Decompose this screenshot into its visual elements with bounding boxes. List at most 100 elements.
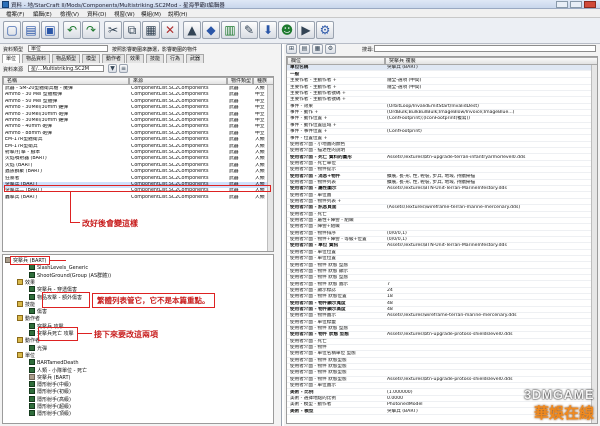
property-row[interactable]: 使用者介面 - 陣營+組織 xyxy=(287,224,597,231)
import-icon[interactable]: ⬇ xyxy=(259,21,277,39)
list-row[interactable]: EM-17R型衛兵 ComponentList.SC2Components 武器 人類 xyxy=(3,144,273,150)
menu-help[interactable]: 說明(H) xyxy=(168,10,187,18)
view-table-icon[interactable]: ▤ xyxy=(299,44,310,54)
column-header-value[interactable]: 突擊兵 複製 xyxy=(385,57,597,65)
menu-data[interactable]: 資料(D) xyxy=(87,10,107,18)
tab-unit[interactable]: 單位 xyxy=(2,54,21,63)
property-row[interactable]: 使用者介面 - 物件列表 擴展, 長-形, 性, 輕裝, 步兵, 地域, 持續掃描 xyxy=(287,180,597,187)
property-row[interactable]: 事件 - 動作位置區域 + xyxy=(287,123,597,129)
view-raw-data-icon[interactable]: ⊞ xyxy=(286,44,297,54)
property-row[interactable]: 使用者介面 - 屬性圖示 Assets\Textures\BTN-Unit-Ter… xyxy=(287,186,597,193)
tab-ability[interactable]: 技能 xyxy=(146,54,165,63)
view-settings-icon[interactable]: ⚙ xyxy=(325,44,336,54)
list-row[interactable]: Ammo - 30Mel/30mm 錐彈 ComponentList.SC2Com… xyxy=(3,105,273,111)
tab-model[interactable]: 模型 xyxy=(82,54,101,63)
property-row[interactable]: 使用者介面 - 物件 狀態 型態 xyxy=(287,263,597,269)
search-input[interactable] xyxy=(374,45,596,52)
data-type-select[interactable]: 單位 xyxy=(28,45,108,52)
tab-behavior[interactable]: 行為 xyxy=(166,54,185,63)
list-row[interactable]: 蟲族群聚 (BART) ComponentList.SC2Components 武器… xyxy=(3,169,273,175)
property-row[interactable]: 主要作者 - 主動作者 + 隨全-選項 (中間) xyxy=(287,85,597,91)
test-map-icon[interactable]: ⚙ xyxy=(316,21,334,39)
list-row[interactable]: Ammo - 30Mel/30mm 錐彈 ComponentList.SC2Com… xyxy=(3,118,273,124)
property-row[interactable]: 使用者介面 - 物件提示 xyxy=(287,167,597,174)
redo-icon[interactable]: ↷ xyxy=(82,21,100,39)
property-row[interactable]: 使用者介面 - 物件 狀態型態 xyxy=(287,358,597,364)
tab-item-type[interactable]: 物品類型 xyxy=(52,54,81,63)
ai-editor-icon[interactable]: ☻ xyxy=(278,21,296,39)
list-row[interactable]: Ammo - 50 Mel 型體彈 ComponentList.SC2Compon… xyxy=(3,99,273,105)
cutscene-icon[interactable]: ▶ xyxy=(297,21,315,39)
property-row[interactable]: 使用者介面 - 死亡單位 xyxy=(287,161,597,168)
maximize-button[interactable] xyxy=(570,1,582,8)
tab-actor[interactable]: 動作者 xyxy=(102,54,126,63)
tab-item-data[interactable]: 物品資料 xyxy=(22,54,51,63)
property-row[interactable]: 使用者介面 - 物件 狀態 型態 xyxy=(287,326,597,333)
tree-node[interactable]: 隱形射手(頂級) xyxy=(29,410,71,418)
column-header-race[interactable]: 種族 xyxy=(253,77,273,85)
property-row[interactable]: 使用者介面 - 物件 狀態位置 18 xyxy=(287,294,597,301)
paste-icon[interactable]: ▦ xyxy=(142,21,160,39)
property-row[interactable]: 一般 xyxy=(287,72,597,79)
tab-weapon[interactable]: 武器 xyxy=(186,54,205,63)
property-row[interactable]: 使用者介面 - 物件 狀態型態 xyxy=(287,364,597,371)
list-row[interactable]: EM-17R型體衛兵 ComponentList.SC2Components 武器人… xyxy=(3,137,273,143)
new-file-icon[interactable]: ▢ xyxy=(3,21,21,39)
property-row[interactable]: 使用者介面 - 物件 狀態型態 xyxy=(287,370,597,377)
property-row[interactable]: 事件 - 效果 (OrbitLoop/InvalidEmitStart/Inval… xyxy=(287,104,597,110)
list-row[interactable]: 武器 - SM-20型體衛兵槍 - 魔彈 ComponentList.SC2Com… xyxy=(3,86,273,92)
property-row[interactable]: 主要作者 - 主動作者號碼 + xyxy=(287,97,597,104)
list-row[interactable]: 轟擊兵 (BART) ComponentList.SC2Components 武器人… xyxy=(3,195,273,201)
property-row[interactable]: 事件 - 事件位置 + (ConfFootprint) xyxy=(287,129,597,136)
property-row[interactable]: 使用者介面 - 死亡 資料的圖形 Assets\Textures\btn-upgr… xyxy=(287,155,597,161)
source-select[interactable]: 星/...Multistriking.SC2M xyxy=(28,65,104,72)
property-row[interactable]: 使用者介面 - 物件 狀態 型態 xyxy=(287,275,597,282)
property-row[interactable]: 使用者介面 - 屬性+陣營 - 組織 xyxy=(287,218,597,225)
list-row[interactable]: Ammo - 40mm 砲彈 ComponentList.SC2Component… xyxy=(3,124,273,130)
property-row[interactable]: 使用者介面 - 單位位置 xyxy=(287,250,597,256)
menu-edit[interactable]: 編輯(E) xyxy=(33,10,52,18)
column-header-name[interactable]: 名稱 xyxy=(3,77,129,85)
list-row[interactable]: 狂暴者 ComponentList.SC2Components 武器 人類 xyxy=(3,176,273,182)
list-row[interactable]: Ammo - 88mm 砲彈 ComponentList.SC2Component… xyxy=(3,131,273,137)
property-row[interactable]: 使用者介面 - 死亡 xyxy=(287,212,597,218)
property-row[interactable]: 使用者介面 - 訊息頁面 (Assets\Textures\wireframe-t… xyxy=(287,205,597,212)
tree-node[interactable]: ShootGround(Group (AS群體)) xyxy=(29,271,111,280)
property-row[interactable]: 使用者介面 - 物件排序 (0/0/0,1) xyxy=(287,231,597,237)
tab-effect[interactable]: 效果 xyxy=(126,54,145,63)
property-row[interactable]: 使用者介面 - 單位名稱單位 型態 xyxy=(287,351,597,358)
unit-name-row[interactable]: 單位名稱 突擊兵 (BART) xyxy=(287,65,597,72)
column-header-source[interactable]: 來源 xyxy=(129,77,227,85)
property-row[interactable]: 使用者介面 - 物件 狀態型態 Assets\Textures\btn-upgra… xyxy=(287,377,597,383)
property-row[interactable]: 使用者介面 - 物件 狀態 圖示 7 xyxy=(287,282,597,288)
delete-icon[interactable]: ✕ xyxy=(161,21,179,39)
property-row[interactable]: 使用者介面 - 物件 xyxy=(287,345,597,352)
property-row[interactable]: 使用者介面 - 消息+物件 擴展, 長-形, 性, 輕裝, 步兵, 地域, 持續掃… xyxy=(287,174,597,180)
copy-icon[interactable]: ⧉ xyxy=(123,21,141,39)
property-row[interactable]: 使用者介面 - 物件列表 + xyxy=(287,199,597,206)
property-row[interactable]: 主要作者 - 主動作者 + 隨全-選項 (中間) xyxy=(287,78,597,85)
filter-icon[interactable]: ▼ xyxy=(108,64,117,73)
minimize-button[interactable] xyxy=(556,1,568,8)
property-row[interactable]: 事件 - 動作 + (OrdBulk;BulkBullBulk;ImageBlow… xyxy=(287,110,597,117)
property-row[interactable]: 使用者介面 - 物件顯示高度 48 xyxy=(287,307,597,314)
property-row[interactable]: 使用者介面 - 物件圖示 Assets\Textures\wireframe-te… xyxy=(287,313,597,320)
property-row[interactable]: 使用者介面 - 單位標籤 xyxy=(287,320,597,326)
menu-window[interactable]: 視窗(W) xyxy=(114,10,135,18)
property-row[interactable]: 使用者介面 - 小地圖的顏色 xyxy=(287,142,597,149)
undo-icon[interactable]: ↶ xyxy=(63,21,81,39)
property-row[interactable]: 使用者介面 - 顯示標誌 24 xyxy=(287,288,597,295)
property-row[interactable]: 使用者介面 - 物件 狀態 顯示 xyxy=(287,269,597,276)
list-row[interactable]: 火焰 (BART) ComponentList.SC2Components 武器 人類 xyxy=(3,163,273,169)
menu-module[interactable]: 模組(M) xyxy=(141,10,161,18)
property-row[interactable]: 事件 - 位置位置 + xyxy=(287,136,597,142)
list-row[interactable]: 射擊/打擊 - 腳本 ComponentList.SC2Components 武器人… xyxy=(3,150,273,156)
list-scrollbar[interactable] xyxy=(267,85,273,251)
menu-view[interactable]: 檢視(V) xyxy=(60,10,79,18)
property-row[interactable]: 使用者介面 - 物件 狀態 型態 Assets\Textures\btn-upgr… xyxy=(287,332,597,339)
open-folder-icon[interactable]: ▤ xyxy=(22,21,40,39)
property-row[interactable]: 使用者介面 - 死亡 xyxy=(287,339,597,345)
data-editor-icon[interactable]: ▥ xyxy=(221,21,239,39)
property-row[interactable]: 主要作者 - 主動作者號碼 + xyxy=(287,91,597,98)
property-row[interactable]: 事件 - 動作位置 + (ConfFootprint);(IconFootprin… xyxy=(287,116,597,123)
